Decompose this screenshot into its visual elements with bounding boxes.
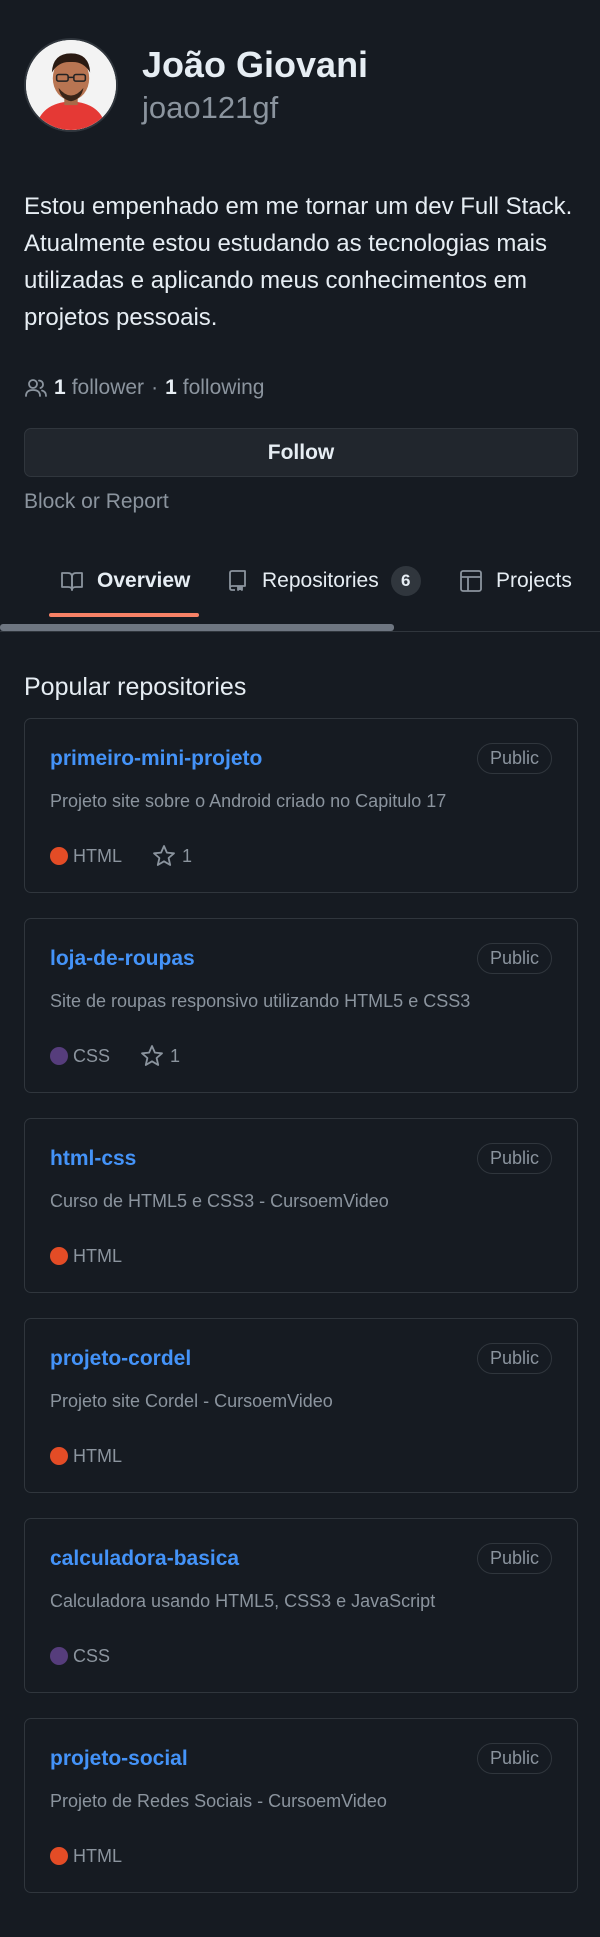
tabs-divider — [0, 631, 600, 632]
repo-language: CSS — [73, 1045, 111, 1066]
block-or-report-link[interactable]: Block or Report — [24, 490, 169, 514]
repo-meta: HTML — [50, 1843, 122, 1869]
language-color-dot — [50, 1047, 68, 1065]
repo-card: calculadora-basica Public Calculadora us… — [24, 1518, 578, 1693]
repo-language: HTML — [73, 1845, 122, 1866]
avatar-photo — [26, 40, 116, 130]
following-label[interactable]: following — [183, 376, 265, 400]
tab-repositories-label: Repositories — [262, 569, 379, 592]
repo-meta: HTML — [50, 1243, 122, 1269]
avatar[interactable] — [24, 38, 118, 132]
repo-language: HTML — [73, 1245, 122, 1266]
visibility-badge: Public — [476, 1143, 552, 1174]
repo-card: html-css Public Curso de HTML5 e CSS3 - … — [24, 1118, 578, 1293]
language-color-dot — [50, 847, 68, 865]
profile-username: joao121gf — [142, 90, 279, 125]
repo-meta: HTML 1 — [50, 843, 192, 869]
repo-name-link[interactable]: loja-de-roupas — [50, 947, 195, 971]
follow-stats: 1 follower · 1 following — [24, 373, 264, 403]
repo-description: Curso de HTML5 e CSS3 - CursoemVideo — [50, 1191, 389, 1211]
book-icon — [61, 572, 83, 591]
tab-projects[interactable]: Projects — [459, 555, 572, 607]
repo-language: HTML — [73, 1445, 122, 1466]
profile-full-name: João Giovani — [142, 44, 369, 85]
tabs-scrollbar[interactable] — [0, 624, 394, 631]
repo-description: Calculadora usando HTML5, CSS3 e JavaScr… — [50, 1591, 436, 1611]
visibility-badge: Public — [476, 743, 552, 774]
follow-button[interactable]: Follow — [24, 428, 578, 477]
visibility-badge: Public — [476, 943, 552, 974]
language-color-dot — [50, 1247, 68, 1265]
repo-description: Projeto site sobre o Android criado no C… — [50, 791, 447, 811]
profile-bio: Estou empenhado em me tornar um dev Full… — [24, 193, 573, 331]
repo-name-link[interactable]: calculadora-basica — [50, 1547, 239, 1571]
repo-name-link[interactable]: projeto-cordel — [50, 1347, 191, 1371]
repo-name-link[interactable]: html-css — [50, 1147, 136, 1171]
repo-name-link[interactable]: projeto-social — [50, 1747, 188, 1771]
visibility-badge: Public — [476, 1543, 552, 1574]
repo-language: CSS — [73, 1645, 111, 1666]
visibility-badge: Public — [476, 1343, 552, 1374]
stars-link[interactable]: 1 — [140, 1044, 180, 1068]
profile-tabs: Overview Repositories 6 Projects — [0, 555, 600, 632]
repo-card: primeiro-mini-projeto Public Projeto sit… — [24, 718, 578, 893]
star-icon — [141, 1045, 163, 1066]
tab-overview[interactable]: Overview — [60, 555, 190, 607]
popular-repositories-title: Popular repositories — [24, 673, 247, 701]
repo-description: Projeto de Redes Sociais - CursoemVideo — [50, 1791, 387, 1811]
stars-link[interactable]: 1 — [152, 844, 192, 868]
followers-count[interactable]: 1 — [54, 376, 66, 400]
repo-meta: CSS — [50, 1643, 110, 1669]
profile-header: João Giovani joao121gf — [24, 38, 576, 132]
people-icon — [25, 379, 47, 397]
repo-card: projeto-social Public Projeto de Redes S… — [24, 1718, 578, 1893]
star-icon — [153, 845, 175, 866]
repo-icon — [229, 570, 246, 591]
repo-name-link[interactable]: primeiro-mini-projeto — [50, 747, 262, 771]
tab-overview-label: Overview — [97, 569, 191, 592]
stats-separator: · — [151, 376, 159, 399]
language-color-dot — [50, 1647, 68, 1665]
followers-label[interactable]: follower — [72, 376, 144, 400]
star-count: 1 — [170, 1045, 181, 1066]
tab-projects-label: Projects — [496, 569, 572, 592]
repo-meta: CSS 1 — [50, 1043, 180, 1069]
star-count: 1 — [182, 845, 193, 866]
repo-description: Site de roupas responsivo utilizando HTM… — [50, 991, 471, 1011]
table-icon — [460, 570, 482, 592]
language-color-dot — [50, 1847, 68, 1865]
repo-language: HTML — [73, 845, 122, 866]
tab-repositories[interactable]: Repositories 6 — [225, 555, 421, 607]
following-count[interactable]: 1 — [165, 376, 177, 400]
repo-description: Projeto site Cordel - CursoemVideo — [50, 1391, 333, 1411]
repo-card: loja-de-roupas Public Site de roupas res… — [24, 918, 578, 1093]
language-color-dot — [50, 1447, 68, 1465]
repositories-counter: 6 — [390, 566, 421, 596]
repo-meta: HTML — [50, 1443, 122, 1469]
active-tab-indicator — [49, 613, 199, 617]
visibility-badge: Public — [476, 1743, 552, 1774]
repo-card: projeto-cordel Public Projeto site Corde… — [24, 1318, 578, 1493]
